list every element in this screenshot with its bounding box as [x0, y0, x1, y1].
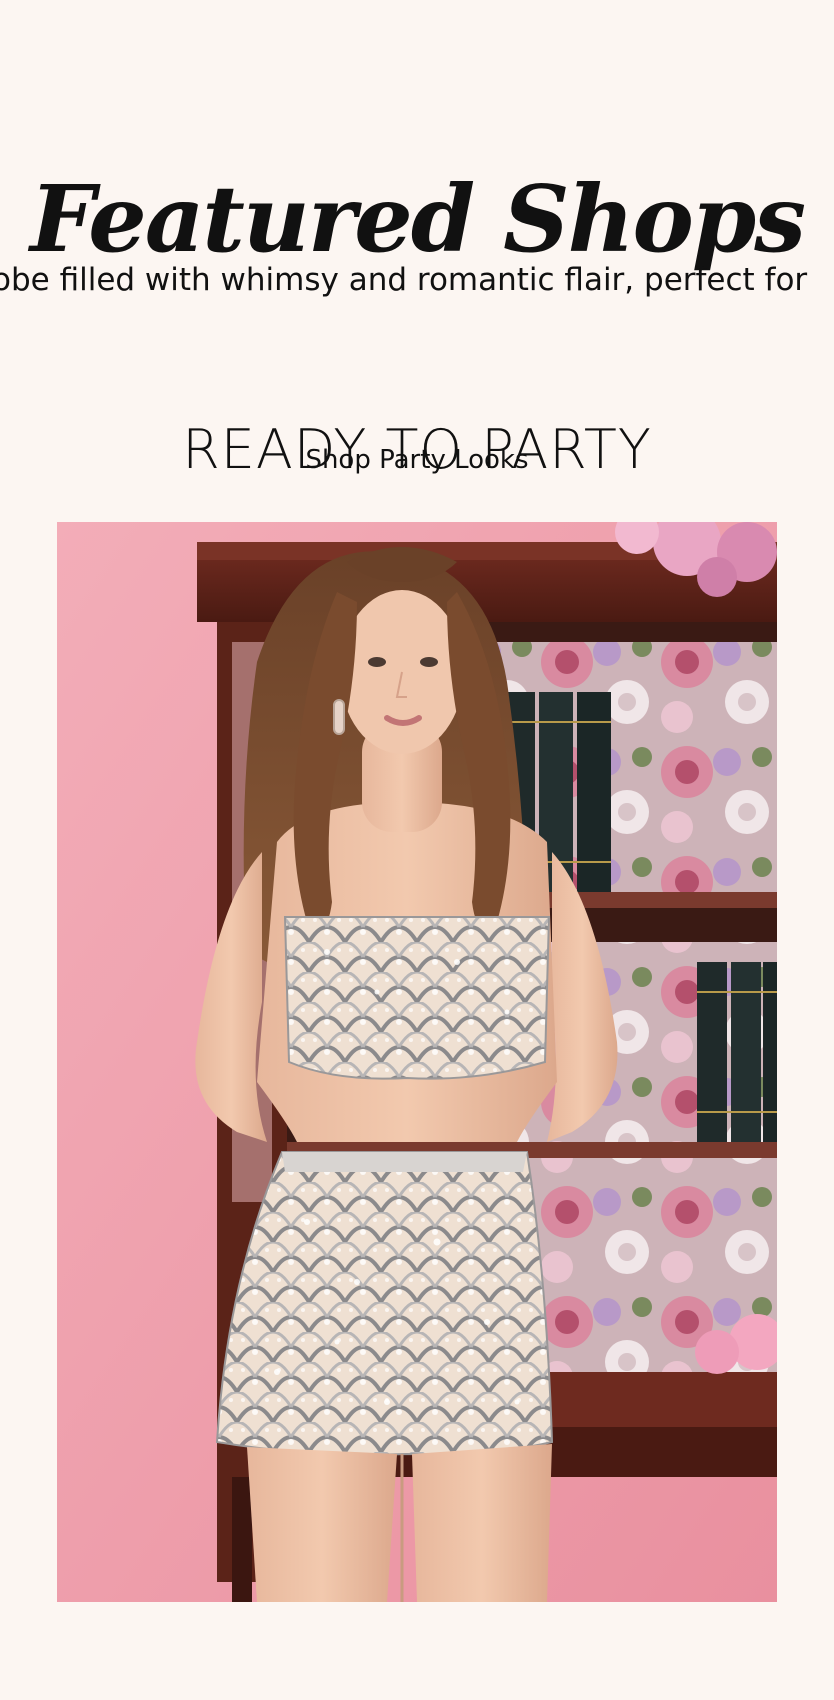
- featured-shops-page: Featured Shops obe filled with whimsy an…: [0, 0, 834, 1700]
- marquee-banner: obe filled with whimsy and romantic flai…: [0, 258, 834, 302]
- promo-image[interactable]: [57, 522, 777, 1602]
- promo-photo-illustration: [57, 522, 777, 1602]
- marquee-text: obe filled with whimsy and romantic flai…: [0, 262, 808, 298]
- shop-party-looks-link[interactable]: Shop Party Looks: [0, 442, 834, 478]
